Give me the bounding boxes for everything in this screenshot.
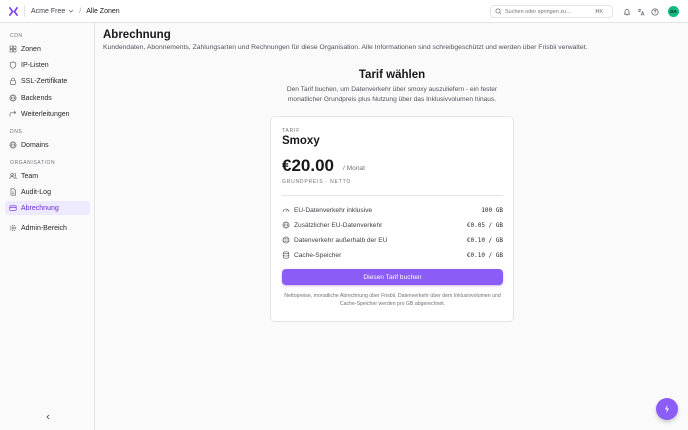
divider bbox=[282, 195, 503, 196]
sidebar-item-label: Backends bbox=[21, 94, 52, 102]
feature-row: EU-Datenverkehr inklusive 100 GB bbox=[282, 205, 503, 215]
plan-name: Smoxy bbox=[282, 135, 320, 147]
feature-row: Cache-Speicher €0.10 / GB bbox=[282, 250, 503, 260]
sidebar-item-label: Zonen bbox=[21, 45, 41, 53]
feature-label: Zusätzlicher EU-Datenverkehr bbox=[294, 221, 383, 229]
sidebar-item-label: Domains bbox=[21, 141, 49, 149]
file-icon bbox=[9, 188, 17, 196]
org-name: Acme Free bbox=[31, 7, 66, 15]
sidebar-item-zonen[interactable]: Zonen bbox=[5, 42, 90, 56]
breadcrumb-current[interactable]: Alle Zonen bbox=[86, 8, 119, 15]
sidebar-item-label: Abrechnung bbox=[21, 204, 59, 212]
sidebar-item-ssl[interactable]: SSL-Zertifikate bbox=[5, 74, 90, 88]
sidebar: CDN Zonen IP-Listen SSL-Zertifikate Back… bbox=[0, 23, 95, 430]
user-avatar[interactable]: DA bbox=[668, 6, 679, 17]
search-shortcut: ⌘K bbox=[595, 8, 604, 15]
divider bbox=[24, 5, 25, 17]
org-switcher[interactable]: Acme Free bbox=[31, 8, 74, 15]
feature-row: Datenverkehr außerhalb der EU €0.10 / GB bbox=[282, 235, 503, 245]
zones-icon bbox=[9, 45, 17, 53]
globe-icon bbox=[282, 221, 290, 229]
page-title: Abrechnung bbox=[103, 29, 171, 41]
sidebar-item-label: Audit-Log bbox=[21, 188, 51, 196]
plan-price-note: GRUNDPREIS · NETTO bbox=[282, 179, 352, 185]
sidebar-item-label: Admin-Bereich bbox=[21, 224, 67, 232]
feature-label: Datenverkehr außerhalb der EU bbox=[294, 236, 388, 244]
feature-value: €0.10 / GB bbox=[466, 251, 503, 259]
bell-icon[interactable] bbox=[622, 7, 631, 16]
search-icon bbox=[495, 8, 502, 15]
feature-label: EU-Datenverkehr inklusive bbox=[294, 206, 373, 214]
feature-value: €0.05 / GB bbox=[466, 221, 503, 229]
sidebar-item-abrechnung[interactable]: Abrechnung bbox=[5, 201, 90, 215]
assistant-button[interactable] bbox=[656, 398, 678, 420]
language-icon[interactable] bbox=[636, 7, 645, 16]
plan-period: / Monat bbox=[343, 165, 365, 172]
sidebar-section-cdn: CDN bbox=[10, 33, 23, 39]
collapse-sidebar-icon[interactable] bbox=[43, 412, 52, 421]
search-box[interactable]: ⌘K bbox=[490, 5, 613, 18]
sidebar-item-label: Team bbox=[21, 172, 39, 180]
chevron-down-icon bbox=[68, 9, 74, 13]
breadcrumb-separator: / bbox=[79, 7, 82, 15]
feature-value: 100 GB bbox=[481, 206, 503, 214]
plan-price: €20.00 bbox=[282, 156, 334, 175]
sidebar-section-dns: DNS bbox=[10, 129, 23, 135]
credit-card-icon bbox=[9, 204, 17, 212]
page-subtitle: Kundendaten, Abonnements, Zahlungsarten … bbox=[103, 44, 588, 51]
plan-card: TARIF Smoxy €20.00 / Monat GRUNDPREIS · … bbox=[270, 116, 514, 322]
gauge-icon bbox=[282, 206, 290, 214]
sidebar-item-weiterleitungen[interactable]: Weiterleitungen bbox=[5, 107, 90, 121]
shield-icon bbox=[9, 61, 17, 69]
sidebar-section-organisation: ORGANISATION bbox=[10, 160, 56, 166]
help-icon[interactable] bbox=[650, 7, 659, 16]
sidebar-item-ip-listen[interactable]: IP-Listen bbox=[5, 58, 90, 72]
sparkle-icon bbox=[665, 405, 669, 413]
database-icon bbox=[282, 251, 290, 259]
feature-label: Cache-Speicher bbox=[294, 251, 342, 259]
sidebar-item-label: SSL-Zertifikate bbox=[21, 77, 68, 85]
choose-plan-description: Den Tarif buchen, um Datenverkehr über s… bbox=[286, 86, 498, 103]
sidebar-item-backends[interactable]: Backends bbox=[5, 91, 90, 105]
plan-label: TARIF bbox=[282, 128, 301, 134]
choose-plan-title: Tarif wählen bbox=[358, 69, 426, 81]
sidebar-item-domains[interactable]: Domains bbox=[5, 138, 90, 152]
app-logo-icon[interactable] bbox=[7, 5, 19, 17]
settings-icon bbox=[9, 224, 17, 232]
top-bar: Acme Free / Alle Zonen ⌘K DA bbox=[0, 0, 688, 23]
redirect-icon bbox=[9, 110, 17, 118]
sidebar-item-label: Weiterleitungen bbox=[21, 110, 70, 118]
sidebar-item-team[interactable]: Team bbox=[5, 169, 90, 183]
sidebar-item-label: IP-Listen bbox=[21, 61, 49, 69]
globe-icon bbox=[9, 141, 17, 149]
feature-row: Zusätzlicher EU-Datenverkehr €0.05 / GB bbox=[282, 220, 503, 230]
sidebar-item-audit-log[interactable]: Audit-Log bbox=[5, 185, 90, 199]
users-icon bbox=[9, 172, 17, 180]
globe-icon bbox=[9, 94, 17, 102]
globe-alt-icon bbox=[282, 236, 290, 244]
sidebar-item-admin[interactable]: Admin-Bereich bbox=[5, 221, 90, 235]
feature-value: €0.10 / GB bbox=[466, 236, 503, 244]
plan-fineprint: Nettopreise, monatliche Abrechnung über … bbox=[284, 293, 501, 307]
lock-icon bbox=[9, 77, 17, 85]
book-plan-button[interactable]: Diesen Tarif buchen bbox=[282, 269, 503, 285]
search-input[interactable] bbox=[505, 8, 593, 15]
